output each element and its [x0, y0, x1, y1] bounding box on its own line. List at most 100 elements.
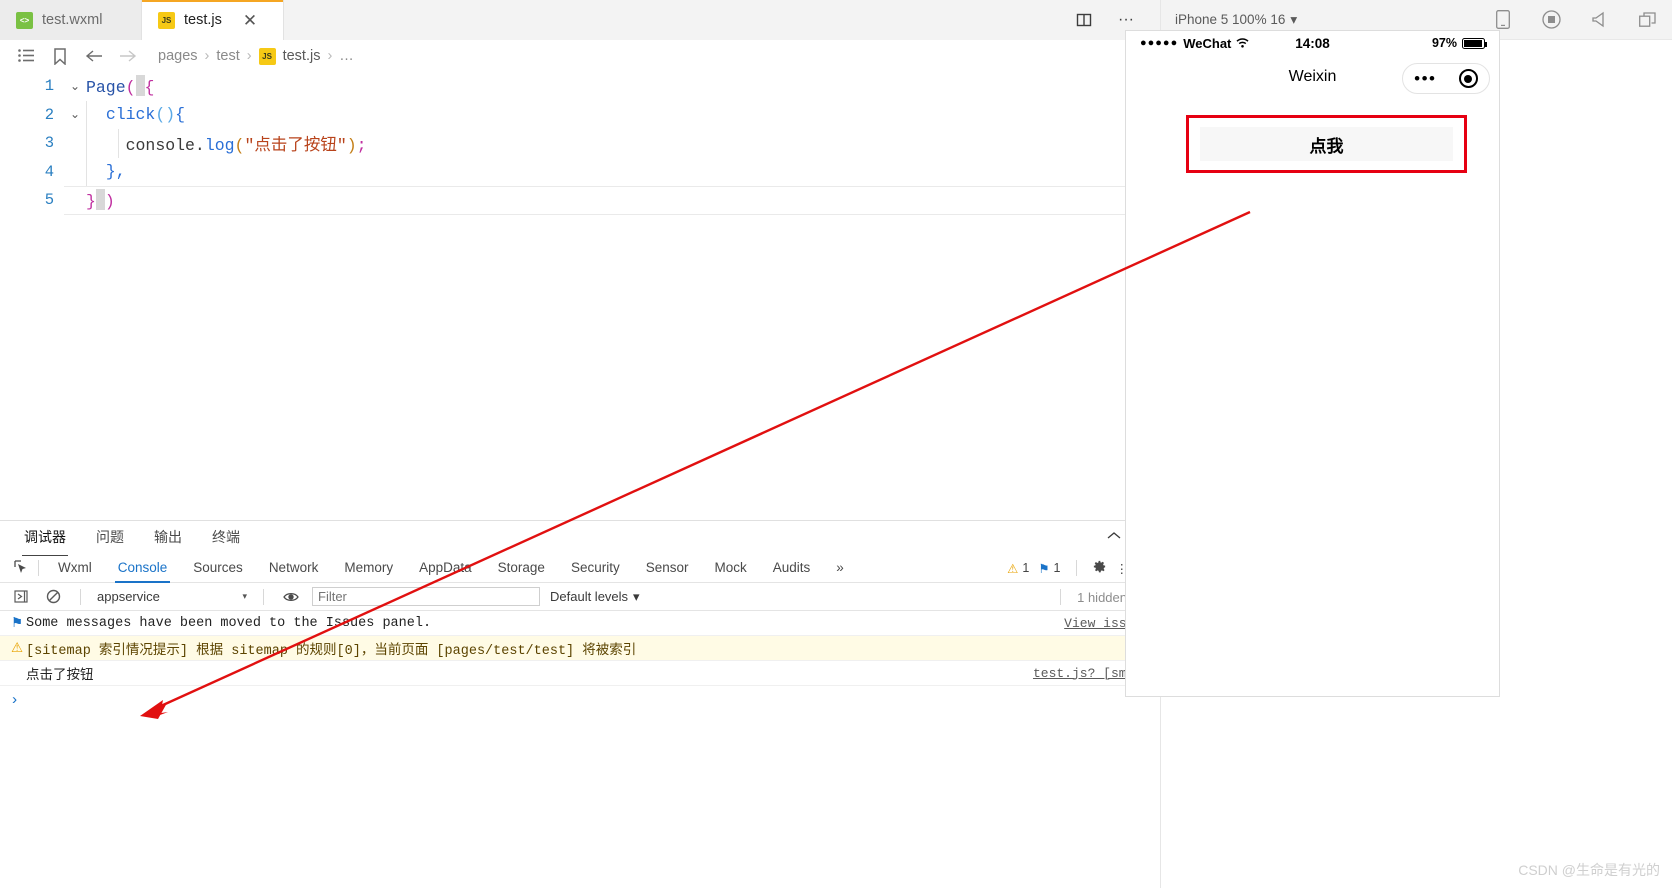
divider [80, 588, 81, 605]
device-frame-icon[interactable] [1492, 9, 1514, 31]
capsule-menu[interactable]: ••• [1402, 63, 1490, 94]
title-bar: <> test.wxml JS test.js ✕ ··· [0, 0, 1160, 40]
devtools-tab-sources[interactable]: Sources [180, 553, 256, 582]
status-bar-left: ●●●●● WeChat [1140, 36, 1249, 51]
devtools-tab-network[interactable]: Network [256, 553, 332, 582]
devtools-tab-console[interactable]: Console [105, 553, 181, 583]
clear-console-icon[interactable] [42, 586, 64, 608]
active-line-highlight [64, 186, 1160, 215]
devtools-panel-header: 调试器 问题 输出 终端 [0, 521, 1160, 556]
multi-window-icon[interactable] [1636, 9, 1658, 31]
code-token-paren: ( [125, 78, 136, 98]
battery-icon [1462, 37, 1487, 49]
split-editor-icon[interactable] [1066, 4, 1102, 36]
devtools-tab-memory[interactable]: Memory [331, 553, 406, 582]
record-icon[interactable] [1540, 9, 1562, 31]
text-cursor [135, 75, 145, 97]
code-text: console.log("点击了按钮"); [86, 131, 367, 155]
issue-count-chip[interactable]: ⚑ 1 [1038, 561, 1060, 576]
warning-count-chip[interactable]: ⚠ 1 [1007, 561, 1029, 576]
wifi-icon [1236, 36, 1249, 51]
devtools-tab-mock[interactable]: Mock [702, 553, 760, 582]
console-message-text: [sitemap 索引情况提示] 根据 sitemap 的规则[0]，当前页面 … [26, 643, 637, 659]
panel-tab-problems[interactable]: 问题 [94, 523, 126, 551]
indent-guide [86, 157, 87, 186]
close-icon[interactable]: ✕ [243, 12, 257, 29]
phone-simulator[interactable]: ●●●●● WeChat 14:08 97% Weixin ••• 点我 [1125, 30, 1500, 697]
divider [1075, 560, 1077, 576]
phone-nav-bar: Weixin ••• [1126, 55, 1499, 99]
editor-tab-test-wxml[interactable]: <> test.wxml [0, 0, 142, 40]
console-levels-select[interactable]: Default levels ▾ [550, 589, 640, 605]
fold-chevron-icon[interactable]: ⌄ [64, 79, 86, 94]
indent-guide [86, 100, 87, 129]
execution-context-icon[interactable] [10, 586, 32, 608]
console-message-text: 点击了按钮 [26, 668, 94, 684]
devtools-tab-appdata[interactable]: AppData [406, 553, 485, 582]
console-filter-input[interactable] [312, 587, 540, 606]
console-prompt[interactable]: › [0, 686, 1160, 714]
devtools-tab-overflow[interactable]: » [823, 553, 857, 582]
fold-chevron-icon[interactable]: ⌄ [64, 107, 86, 122]
chevron-down-icon: ▾ [633, 588, 640, 604]
breadcrumb-part-pages[interactable]: pages [158, 48, 198, 64]
device-selector[interactable]: iPhone 5 100% 16 ▾ [1175, 12, 1297, 28]
editor-tab-label: test.wxml [42, 12, 103, 28]
bookmark-icon[interactable] [44, 40, 76, 72]
close-miniprogram-icon[interactable] [1458, 69, 1478, 88]
more-menu-icon[interactable]: ••• [1414, 70, 1436, 87]
live-expression-eye-icon[interactable] [280, 586, 302, 608]
panel-tab-terminal[interactable]: 终端 [210, 523, 242, 551]
code-token-semicolon: ; [356, 136, 367, 156]
navigate-forward-icon[interactable] [112, 40, 144, 72]
devtools-panel: 调试器 问题 输出 终端 Wxml Console Sources Networ… [0, 520, 1160, 740]
breadcrumb-part-test[interactable]: test [216, 48, 239, 64]
code-token-parens: () [155, 105, 176, 125]
breadcrumb-part-file[interactable]: test.js [283, 48, 321, 64]
sound-icon[interactable] [1588, 9, 1610, 31]
code-token-fn: click [105, 105, 156, 125]
menu-icon[interactable] [10, 40, 42, 72]
console-message-text: Some messages have been moved to the Iss… [26, 615, 432, 631]
console-message-log[interactable]: 点击了按钮 test.js? [sm]:3 [0, 661, 1160, 686]
console-message-warning[interactable]: ⚠ [sitemap 索引情况提示] 根据 sitemap 的规则[0]，当前页… [0, 636, 1160, 661]
code-line-3: 3 console.log("点击了按钮"); [0, 129, 1160, 158]
indent-guide [118, 129, 119, 158]
panel-tab-output[interactable]: 输出 [152, 523, 184, 551]
gear-icon[interactable] [1092, 559, 1107, 577]
breadcrumb: pages › test › JS test.js › … [158, 47, 354, 65]
devtools-tab-sensor[interactable]: Sensor [633, 553, 702, 582]
editor-tab-test-js[interactable]: JS test.js ✕ [142, 0, 284, 40]
issue-icon: ⚑ [10, 616, 24, 632]
js-file-icon: JS [158, 11, 175, 29]
devtools-tab-security[interactable]: Security [558, 553, 633, 582]
watermark: CSDN @生命是有光的 [1518, 862, 1660, 878]
code-line-2: 2 ⌄ click(){ [0, 100, 1160, 129]
panel-tab-debugger[interactable]: 调试器 [22, 523, 68, 556]
code-token-brace: { [144, 78, 155, 98]
console-filter-bar: appservice ▾ Default levels ▾ 1 hidden [0, 583, 1160, 611]
code-line-4: 4 }, [0, 157, 1160, 186]
execution-context-select[interactable]: appservice ▾ [97, 589, 247, 604]
inspect-element-icon[interactable] [10, 557, 32, 579]
battery-percent-label: 97% [1431, 36, 1457, 50]
collapse-panel-icon[interactable] [1106, 528, 1122, 546]
device-selector-label: iPhone 5 100% 16 [1175, 12, 1286, 27]
console-message-info[interactable]: ⚑ Some messages have been moved to the I… [0, 611, 1160, 636]
devtools-tab-audits[interactable]: Audits [760, 553, 824, 582]
devtools-tab-storage[interactable]: Storage [485, 553, 558, 582]
breadcrumb-part-ellipsis[interactable]: … [339, 48, 354, 64]
navigate-back-icon[interactable] [78, 40, 110, 72]
annotation-highlight-box [1186, 115, 1467, 173]
hidden-messages-count: 1 hidden [1077, 589, 1127, 605]
code-line-1: 1 ⌄ Page({ [0, 72, 1160, 101]
warning-icon: ⚠ [1007, 561, 1019, 576]
console-message-list: ⚑ Some messages have been moved to the I… [0, 611, 1160, 714]
devtools-tab-wxml[interactable]: Wxml [45, 553, 105, 582]
code-editor[interactable]: 1 ⌄ Page({ 2 ⌄ click(){ 3 console.log("点… [0, 72, 1160, 520]
breadcrumb-separator: › [246, 48, 252, 64]
issue-icon: ⚑ [1038, 561, 1050, 576]
warning-count: 1 [1022, 561, 1030, 575]
execution-context-value: appservice [97, 589, 160, 604]
code-token-close: }, [105, 162, 126, 182]
